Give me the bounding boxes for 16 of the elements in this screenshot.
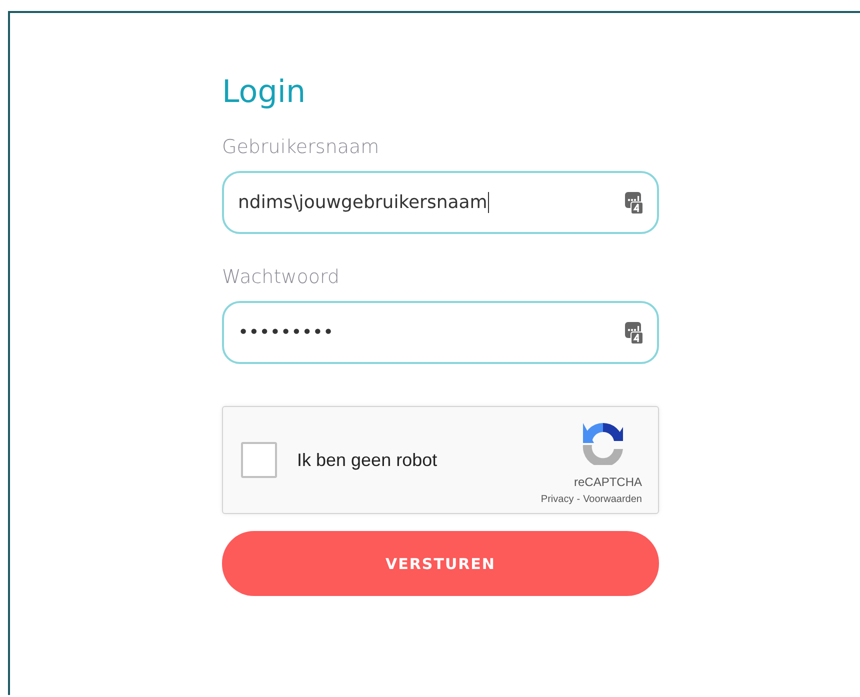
input-field[interactable]: ••••••••• (222, 301, 659, 364)
keypad-icon[interactable] (625, 322, 643, 344)
captcha-label: Ik ben geen robot (297, 450, 438, 470)
keypad-icon[interactable] (625, 192, 643, 214)
privacy-link[interactable]: Privacy (540, 494, 574, 505)
checkbox[interactable] (241, 442, 277, 478)
field-value: ••••••••• (238, 322, 334, 343)
terms-link[interactable]: Voorwaarden (583, 494, 642, 505)
captcha-brand: reCAPTCHA (574, 475, 642, 489)
link-separator: - (576, 494, 580, 505)
refresh-icon (580, 421, 626, 465)
field-label: Wachtwoord (222, 268, 340, 287)
login-title: Login (222, 77, 307, 108)
input-field[interactable]: ndims\jouwgebruikersnaam (222, 171, 659, 234)
field-value: ndims\jouwgebruikersnaam (238, 192, 490, 213)
field-label: Gebruikersnaam (222, 138, 380, 157)
